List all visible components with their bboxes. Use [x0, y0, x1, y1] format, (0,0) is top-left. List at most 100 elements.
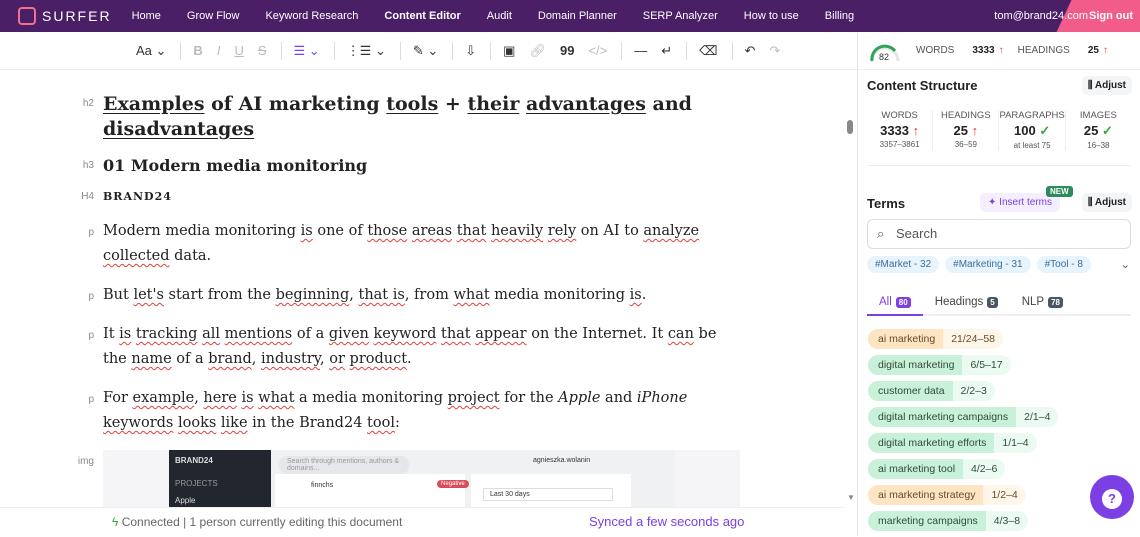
spellcheck-word[interactable]: brand	[208, 351, 251, 367]
editor-content[interactable]: h2 Examples of AI marketing tools + their…	[0, 70, 845, 507]
chip-tool[interactable]: #Tool - 8	[1036, 256, 1091, 273]
nav-audit[interactable]: Audit	[487, 10, 512, 22]
heading-h4[interactable]: BRAND24	[103, 190, 743, 203]
spellcheck-word[interactable]: tool	[367, 415, 395, 431]
editor-scrollbar[interactable]: ▼	[845, 70, 857, 507]
spellcheck-word[interactable]: keywords	[103, 415, 173, 431]
line-break-icon[interactable]: ↵	[661, 43, 672, 59]
spellcheck-word[interactable]: mentions	[225, 326, 293, 342]
term-chip[interactable]: ai marketing 21/24–58	[868, 329, 1003, 349]
spellcheck-word[interactable]: industry	[261, 351, 320, 367]
quote-icon[interactable]: 99	[560, 43, 574, 58]
heading-h3[interactable]: 01 Modern media monitoring	[103, 156, 743, 175]
spellcheck-word[interactable]: can	[668, 326, 694, 342]
spellcheck-word[interactable]: is	[119, 326, 131, 342]
spellcheck-word[interactable]: beginning	[276, 287, 350, 303]
paragraph[interactable]: It is tracking all mentions of a given k…	[103, 322, 743, 372]
structure-adjust-button[interactable]: ⫼ Adjust	[1081, 76, 1132, 95]
nav-how-to-use[interactable]: How to use	[744, 10, 799, 22]
spellcheck-word[interactable]: appear	[475, 326, 526, 342]
spellcheck-word[interactable]: example	[133, 390, 195, 406]
help-button[interactable]: ?	[1090, 475, 1134, 519]
brand24-screenshot-image[interactable]: BRAND24 PROJECTS Apple Search through ment…	[103, 450, 740, 507]
lightning-icon: ϟ	[112, 514, 119, 529]
spellcheck-word[interactable]: that is	[359, 287, 405, 303]
strikethrough-icon[interactable]: S	[258, 43, 267, 58]
spellcheck-word[interactable]: those	[367, 223, 407, 239]
link-icon[interactable]: 🔗︎	[529, 43, 546, 59]
spellcheck-word[interactable]: is	[241, 390, 253, 406]
spellcheck-word[interactable]: project	[448, 390, 500, 406]
undo-icon[interactable]: ↶	[745, 43, 756, 59]
highlight-pen-icon[interactable]: ✎ ⌄	[413, 43, 438, 59]
bold-icon[interactable]: B	[193, 43, 202, 58]
terms-search-input[interactable]: ⌕ Search	[867, 219, 1131, 249]
tab-headings[interactable]: Headings 5	[923, 290, 1010, 314]
tab-nlp[interactable]: NLP 78	[1010, 290, 1075, 314]
nav-billing[interactable]: Billing	[825, 10, 854, 22]
spellcheck-word[interactable]: that	[441, 326, 471, 342]
spellcheck-word[interactable]: is	[630, 287, 642, 303]
spellcheck-word[interactable]: looks	[178, 415, 216, 431]
chip-marketing[interactable]: #Marketing - 31	[945, 256, 1031, 273]
spellcheck-word[interactable]: keyword	[373, 326, 436, 342]
heading-h2[interactable]: Examples of AI marketing tools + their a…	[103, 92, 743, 142]
term-count: 6/5–17	[962, 355, 1011, 375]
spellcheck-word[interactable]: collected	[103, 248, 170, 264]
nav-content-editor[interactable]: Content Editor	[384, 10, 460, 22]
term-chip[interactable]: digital marketing campaigns 2/1–4	[868, 407, 1059, 427]
term-chip[interactable]: digital marketing efforts 1/1–4	[868, 433, 1037, 453]
italic-icon[interactable]: I	[217, 43, 221, 58]
block-tag-h3: h3	[82, 160, 94, 171]
term-chip[interactable]: customer data 2/2–3	[868, 381, 995, 401]
image-icon[interactable]: ▣	[503, 43, 515, 59]
nav-domain-planner[interactable]: Domain Planner	[538, 10, 617, 22]
list-dropdown-icon[interactable]: ⋮☰ ⌄	[347, 43, 386, 59]
spellcheck-word[interactable]: tracking	[136, 326, 198, 342]
font-style-dropdown[interactable]: Aa ⌄	[136, 43, 166, 59]
nav-serp-analyzer[interactable]: SERP Analyzer	[643, 10, 718, 22]
spellcheck-word[interactable]: what	[453, 287, 489, 303]
spellcheck-word[interactable]: rely	[548, 223, 576, 239]
spellcheck-word[interactable]: heavily	[491, 223, 543, 239]
sign-out-link[interactable]: Sign out	[1089, 10, 1133, 22]
underline-icon[interactable]: U	[234, 43, 243, 58]
term-chip[interactable]: ai marketing strategy 1/2–4	[868, 485, 1026, 505]
spellcheck-word[interactable]: or	[329, 351, 345, 367]
spellcheck-word[interactable]: here	[203, 390, 236, 406]
spellcheck-word[interactable]: areas	[412, 223, 452, 239]
horizontal-rule-icon[interactable]: —	[634, 43, 647, 58]
chevron-down-icon[interactable]: ⌄	[1121, 258, 1130, 271]
nav-grow-flow[interactable]: Grow Flow	[187, 10, 240, 22]
spellcheck-word[interactable]: what	[258, 390, 294, 406]
spellcheck-word[interactable]: is	[301, 223, 313, 239]
nav-keyword-research[interactable]: Keyword Research	[265, 10, 358, 22]
tab-label: All	[879, 296, 892, 308]
spellcheck-word[interactable]: that	[457, 223, 487, 239]
code-icon[interactable]: </>	[588, 43, 607, 58]
term-chip[interactable]: digital marketing 6/5–17	[868, 355, 1011, 375]
spellcheck-word[interactable]: given	[329, 326, 369, 342]
nav-home[interactable]: Home	[132, 10, 161, 22]
spellcheck-word[interactable]: name	[131, 351, 171, 367]
block-tag-p: p	[88, 291, 94, 302]
term-chip[interactable]: ai marketing tool 4/2–6	[868, 459, 1006, 479]
spellcheck-word[interactable]: analyze	[643, 223, 699, 239]
paragraph[interactable]: For example, here is what a media monito…	[103, 386, 743, 436]
term-chip[interactable]: marketing campaigns 4/3–8	[868, 511, 1029, 531]
spellcheck-word[interactable]: like	[221, 415, 248, 431]
sort-icon[interactable]: ⇩	[465, 43, 476, 59]
align-dropdown-icon[interactable]: ☰ ⌄	[294, 43, 320, 59]
paragraph[interactable]: Modern media monitoring is one of those …	[103, 219, 743, 269]
paragraph[interactable]: But let's start from the beginning, that…	[103, 283, 743, 308]
tab-all[interactable]: All 80	[867, 290, 923, 316]
redo-icon[interactable]: ↷	[769, 43, 780, 59]
spellcheck-word[interactable]: let's	[133, 287, 163, 303]
surfer-logo[interactable]: SURFER	[18, 7, 112, 25]
spellcheck-word[interactable]: all	[202, 326, 220, 342]
user-email[interactable]: tom@brand24.com	[994, 10, 1088, 22]
eraser-icon[interactable]: ⌫	[699, 43, 717, 59]
spellcheck-word[interactable]: product	[350, 351, 408, 367]
chip-market[interactable]: #Market - 32	[867, 256, 940, 273]
terms-adjust-button[interactable]: ⫼ Adjust	[1081, 193, 1132, 212]
